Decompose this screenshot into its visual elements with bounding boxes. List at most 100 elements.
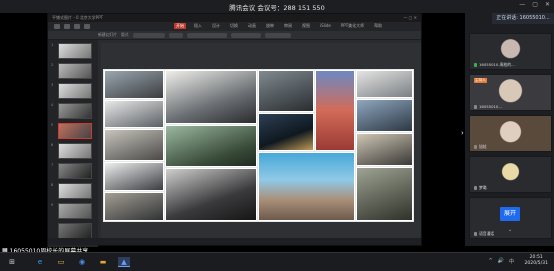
participant-name-row: 语音通话 (474, 231, 494, 237)
minimize-icon[interactable]: — (519, 1, 525, 8)
font-dropdown[interactable] (132, 32, 165, 38)
tab-islide[interactable]: iSlide (318, 23, 333, 29)
speaking-indicator: 正在讲话: 16055010... (492, 13, 554, 24)
thumb-number: 2 (51, 63, 54, 67)
font-size-dropdown[interactable] (168, 32, 183, 38)
thumb-number: 7 (51, 163, 54, 167)
maximize-icon[interactable]: ▢ (532, 1, 538, 8)
tray-overflow-icon[interactable]: ^ (489, 258, 493, 265)
slide-photo[interactable] (356, 70, 413, 98)
style-group[interactable] (264, 32, 291, 38)
slide-photo[interactable] (104, 129, 164, 161)
redo-icon[interactable] (74, 24, 80, 29)
participant-name-row: 旭炫 (474, 144, 487, 150)
tab-design[interactable]: 设计 (210, 23, 222, 29)
slide-photo[interactable] (104, 162, 164, 191)
slide-thumbnail[interactable] (58, 183, 92, 199)
save-icon[interactable] (54, 24, 60, 29)
slide-thumbnail[interactable] (58, 163, 92, 179)
expand-button[interactable]: 展开 (500, 207, 520, 221)
slideshow-icon[interactable] (84, 24, 90, 29)
meeting-title: 腾讯会议 会议号：288 151 550 (229, 4, 325, 12)
participant-tile[interactable]: 主持人 16055010... (469, 74, 552, 111)
tab-slideshow[interactable]: 放映 (264, 23, 276, 29)
volume-icon[interactable]: 🔊 (498, 258, 504, 265)
current-slide[interactable] (103, 69, 414, 222)
thumb-number: 8 (51, 183, 54, 187)
mic-muted-icon (474, 145, 477, 149)
ppt-window-controls[interactable]: — ▢ ✕ (403, 15, 417, 21)
tab-home[interactable]: 开始 (174, 23, 186, 29)
slide-thumbnail[interactable] (58, 83, 92, 99)
thumb-number: 9 (51, 203, 54, 207)
slide-photo[interactable] (165, 125, 257, 167)
slide-photo[interactable] (315, 70, 355, 151)
slide-photo[interactable] (258, 152, 355, 221)
edge-icon[interactable]: e (34, 257, 46, 267)
slide-thumbnail[interactable] (58, 43, 92, 59)
clock-date: 2020/5/31 (524, 261, 548, 266)
layout-button[interactable]: 版式 (121, 32, 129, 38)
chevron-down-icon[interactable]: ⌄ (508, 227, 512, 233)
thumb-number: 5 (51, 123, 54, 127)
clock[interactable]: 20:51 2020/5/31 (524, 255, 548, 267)
teams-icon[interactable]: ◉ (76, 257, 88, 267)
chevron-right-icon[interactable]: › (461, 129, 464, 137)
folder-icon[interactable]: ▬ (97, 257, 109, 267)
new-slide-button[interactable]: 新建幻灯片 (98, 32, 117, 38)
meeting-icon[interactable]: ▲ (118, 257, 130, 267)
slide-photo[interactable] (356, 99, 413, 132)
host-badge: 主持人 (474, 78, 487, 83)
slide-thumbnail[interactable] (58, 223, 92, 239)
slide-photo[interactable] (258, 113, 314, 151)
close-icon[interactable]: ✕ (545, 1, 550, 8)
participant-tile[interactable]: 梦璐 (469, 156, 552, 193)
slide-thumbnail-active[interactable] (58, 123, 92, 139)
system-tray: ^ 🔊 中 (489, 258, 514, 265)
slide-thumbnail-panel[interactable]: 1 2 3 4 5 6 7 8 9 (48, 40, 98, 247)
meeting-title-bar: 腾讯会议 会议号：288 151 550 — ▢ ✕ (0, 0, 554, 13)
explorer-icon[interactable]: ▭ (55, 257, 67, 267)
windows-taskbar: ⊞ e ▭ ◉ ▬ ▲ ^ 🔊 中 20:51 2020/5/31 (0, 252, 554, 271)
ppt-ribbon: 新建幻灯片 版式 (48, 31, 421, 40)
window-controls: — ▢ ✕ (519, 1, 550, 8)
undo-icon[interactable] (64, 24, 70, 29)
tab-help[interactable]: 帮助 (372, 23, 384, 29)
slide-thumbnail[interactable] (58, 203, 92, 219)
slide-photo[interactable] (104, 100, 164, 128)
slide-photo[interactable] (104, 70, 164, 99)
thumb-number: 4 (51, 103, 54, 107)
mic-muted-icon (474, 186, 477, 190)
mic-muted-icon (474, 232, 477, 236)
tab-view[interactable]: 视图 (300, 23, 312, 29)
tab-insert[interactable]: 插入 (192, 23, 204, 29)
tab-review[interactable]: 审阅 (282, 23, 294, 29)
thumb-number: 1 (51, 43, 54, 47)
tab-ppt-beautify[interactable]: PPT美化大师 (339, 23, 366, 29)
ppt-file-title: 平铺式图片 - 0 北京大学PPT (52, 15, 104, 20)
participant-tile[interactable]: 16055010-周校的... (469, 33, 552, 70)
slide-thumbnail[interactable] (58, 103, 92, 119)
slide-photo[interactable] (258, 70, 314, 112)
slide-photo[interactable] (104, 192, 164, 221)
slide-editing-canvas[interactable] (101, 43, 421, 243)
tab-animations[interactable]: 动画 (246, 23, 258, 29)
participant-name: 语音通话 (479, 231, 495, 236)
slide-photo[interactable] (356, 167, 413, 221)
participant-name: 16055010... (479, 104, 502, 109)
slide-thumbnail[interactable] (58, 143, 92, 159)
windows-start-icon[interactable]: ⊞ (6, 257, 18, 267)
slide-thumbnail[interactable] (58, 63, 92, 79)
arrange-group[interactable] (230, 32, 261, 38)
participant-name-row: 16055010-周校的... (474, 62, 515, 68)
slide-photo[interactable] (165, 70, 257, 124)
participant-name-row: 梦璐 (474, 185, 487, 191)
paragraph-group[interactable] (186, 32, 227, 38)
thumb-number: 3 (51, 83, 54, 87)
slide-photo[interactable] (356, 133, 413, 166)
slide-photo[interactable] (165, 168, 257, 221)
participant-tile[interactable]: 旭炫 (469, 115, 552, 152)
tab-transitions[interactable]: 切换 (228, 23, 240, 29)
participant-name-row: 16055010... (474, 104, 502, 109)
input-method-icon[interactable]: 中 (509, 258, 514, 265)
